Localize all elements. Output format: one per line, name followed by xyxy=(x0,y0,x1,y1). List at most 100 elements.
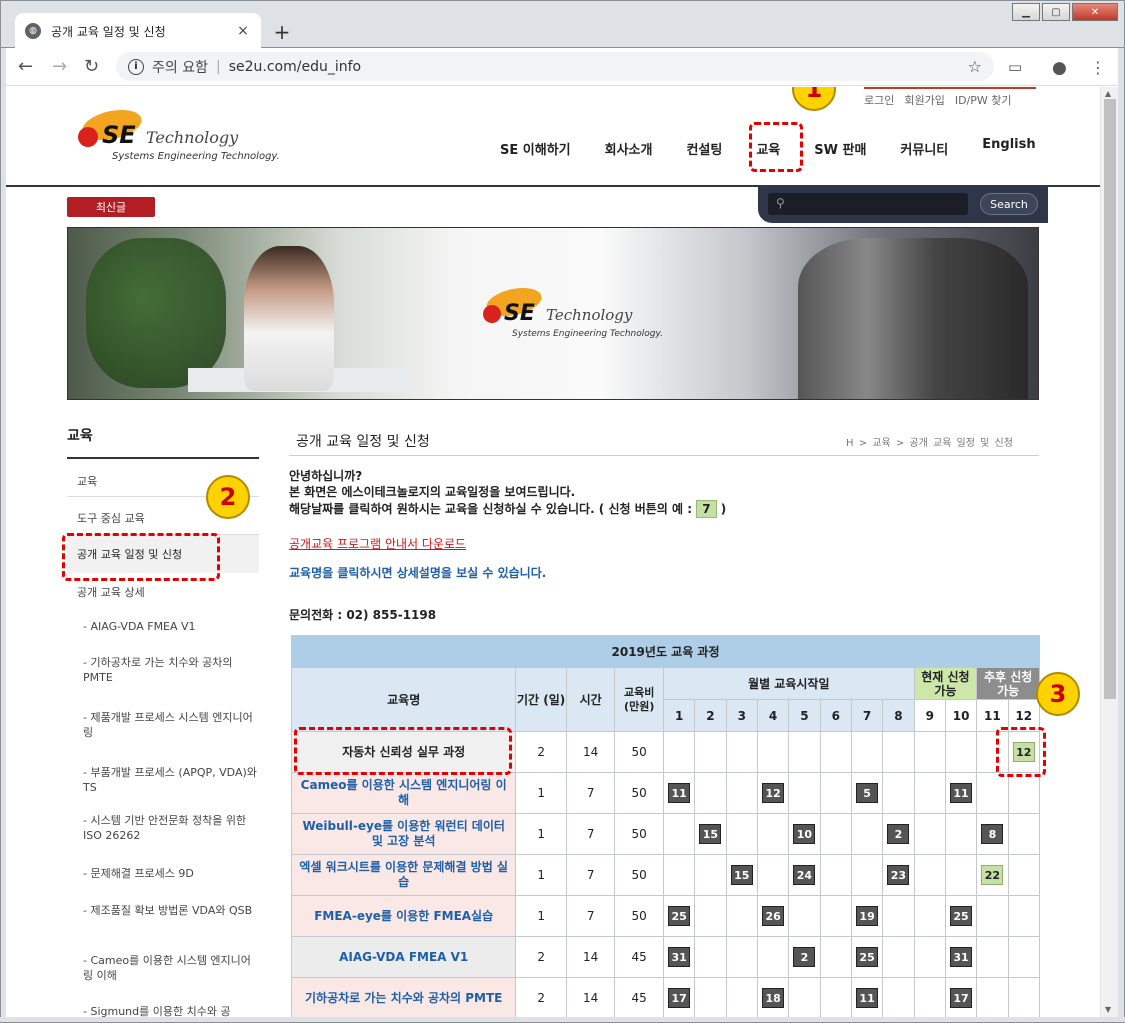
date-apply-button[interactable]: 19 xyxy=(856,906,879,926)
banner-businessmen-image xyxy=(798,238,1028,399)
course-name[interactable]: FMEA-eye를 이용한 FMEA실습 xyxy=(290,895,517,937)
date-apply-button[interactable]: 11 xyxy=(950,783,973,803)
col-header-hours: 시간 xyxy=(565,667,616,732)
date-apply-button[interactable]: 5 xyxy=(856,783,879,803)
find-id-pw-link[interactable]: ID/PW 찾기 xyxy=(955,92,1012,108)
browser-tab[interactable]: ◍ 공개 교육 일정 및 신청 × xyxy=(15,13,261,49)
month-cell xyxy=(788,895,821,937)
month-cell xyxy=(1007,895,1041,937)
close-window-button[interactable]: ✕ xyxy=(1072,3,1118,21)
nav-item-consulting[interactable]: 컨설팅 xyxy=(686,139,722,158)
tab-close-icon[interactable]: × xyxy=(235,23,251,39)
date-apply-button[interactable]: 11 xyxy=(668,783,691,803)
scrollbar-thumb[interactable] xyxy=(1104,99,1116,699)
program-guide-download-link[interactable]: 공개교육 프로그램 안내서 다운로드 xyxy=(289,535,466,552)
course-hours: 7 xyxy=(565,813,616,855)
sidebar-subitem-pmte[interactable]: - 기하공차로 가는 치수와 공차의 PMTE xyxy=(67,655,259,685)
forward-icon[interactable]: → xyxy=(52,56,67,77)
reload-icon[interactable]: ↻ xyxy=(84,56,99,77)
month-cell: 25 xyxy=(944,895,978,937)
date-apply-button[interactable]: 22 xyxy=(981,865,1004,885)
course-hours: 7 xyxy=(565,895,616,937)
course-name[interactable]: 기하공차로 가는 치수와 공차의 PMTE xyxy=(290,977,517,1017)
month-cell xyxy=(976,895,1009,937)
scroll-up-icon[interactable]: ▲ xyxy=(1105,89,1111,98)
cast-icon[interactable]: ▭ xyxy=(1008,58,1022,76)
date-apply-button[interactable]: 24 xyxy=(793,865,816,885)
login-link[interactable]: 로그인 xyxy=(864,92,894,108)
sidebar-subitem-systems-engineering[interactable]: - 제품개발 프로세스 시스템 엔지니어링 xyxy=(67,710,259,740)
date-apply-button[interactable]: 23 xyxy=(887,865,910,885)
nav-item-sw-sales[interactable]: SW 판매 xyxy=(814,139,866,158)
month-cell: 24 xyxy=(788,854,821,896)
date-apply-button[interactable]: 31 xyxy=(668,947,691,967)
date-apply-button[interactable]: 2 xyxy=(887,824,910,844)
date-apply-button[interactable]: 17 xyxy=(668,988,691,1008)
date-apply-button[interactable]: 26 xyxy=(762,906,785,926)
course-name[interactable]: Weibull-eye를 이용한 워런티 데이터 및 고장 분석 xyxy=(290,813,517,855)
sidebar-subitem-iso26262[interactable]: - 시스템 기반 안전문화 정착을 위한 ISO 26262 xyxy=(67,813,259,843)
account-icon[interactable]: ● xyxy=(1052,58,1067,78)
top-links-accent xyxy=(864,87,1036,89)
sidebar-subitem-sigmund[interactable]: - Sigmund를 이용한 치수와 공 xyxy=(67,1004,259,1017)
month-cell xyxy=(725,977,758,1017)
month-cell: 2 xyxy=(788,936,821,978)
page-scrollbar[interactable]: ▲ ▼ xyxy=(1100,87,1118,1017)
nav-item-about-se[interactable]: SE 이해하기 xyxy=(500,139,571,158)
nav-item-company[interactable]: 회사소개 xyxy=(605,139,653,158)
minimize-button[interactable]: ▁ xyxy=(1012,3,1040,21)
month-header-10: 10 xyxy=(944,699,978,732)
menu-kebab-icon[interactable]: ⋮ xyxy=(1090,58,1106,77)
latest-posts-label[interactable]: 최신글 xyxy=(67,197,155,217)
sidebar-subitem-vda-qsb[interactable]: - 제조품질 확보 방법론 VDA와 QSB xyxy=(67,903,259,918)
table-row: Weibull-eye를 이용한 워런티 데이터 및 고장 분석 1 7 50 15 10… xyxy=(290,813,1041,855)
month-cell xyxy=(725,895,758,937)
date-apply-button[interactable]: 25 xyxy=(950,906,973,926)
sidebar-subitem-9d[interactable]: - 문제해결 프로세스 9D xyxy=(67,866,259,881)
latest-posts-ticker[interactable] xyxy=(162,199,422,207)
date-apply-button[interactable]: 11 xyxy=(856,988,879,1008)
nav-item-community[interactable]: 커뮤니티 xyxy=(900,139,948,158)
sidebar-subitem-cameo[interactable]: - Cameo를 이용한 시스템 엔지니어링 이해 xyxy=(67,953,259,983)
month-cell xyxy=(882,772,915,814)
month-cell xyxy=(976,936,1009,978)
month-header-2: 2 xyxy=(694,699,727,732)
date-apply-button[interactable]: 2 xyxy=(793,947,816,967)
date-apply-button[interactable]: 15 xyxy=(730,865,753,885)
address-bar[interactable]: i 주의 요함 | se2u.com/edu_info ☆ xyxy=(116,52,994,81)
date-apply-button[interactable]: 17 xyxy=(950,988,973,1008)
info-icon[interactable]: i xyxy=(128,58,144,75)
course-name[interactable]: AIAG-VDA FMEA V1 xyxy=(290,936,517,978)
maximize-button[interactable]: ▢ xyxy=(1042,3,1070,21)
bookmark-star-icon[interactable]: ☆ xyxy=(968,57,982,76)
signup-link[interactable]: 회원가입 xyxy=(904,92,944,108)
course-name[interactable]: 엑셀 워크시트를 이용한 문제해결 방법 실습 xyxy=(290,854,517,896)
sidebar-subitem-apqp[interactable]: - 부품개발 프로세스 (APQP, VDA)와 TS xyxy=(67,765,259,795)
url-text[interactable]: se2u.com/edu_info xyxy=(229,59,361,75)
date-apply-button[interactable]: 10 xyxy=(793,824,816,844)
month-cell xyxy=(662,854,696,896)
scroll-down-icon[interactable]: ▼ xyxy=(1105,1005,1111,1014)
course-hours: 7 xyxy=(565,772,616,814)
contact-phone: 문의전화 : 02) 855-1198 xyxy=(289,608,437,622)
date-apply-button[interactable]: 25 xyxy=(668,906,691,926)
month-cell xyxy=(694,772,727,814)
month-cell xyxy=(913,772,946,814)
sidebar-item-public-detail[interactable]: 공개 교육 상세 xyxy=(67,585,259,600)
month-cell: 17 xyxy=(944,977,978,1017)
date-apply-button[interactable]: 12 xyxy=(762,783,785,803)
search-button[interactable]: Search xyxy=(980,193,1038,215)
back-icon[interactable]: ← xyxy=(18,56,33,77)
date-apply-button[interactable]: 8 xyxy=(981,824,1004,844)
date-apply-button[interactable]: 18 xyxy=(762,988,785,1008)
date-apply-button[interactable]: 31 xyxy=(950,947,973,967)
date-apply-button[interactable]: 15 xyxy=(699,824,722,844)
month-cell xyxy=(819,977,852,1017)
site-logo[interactable]: SE Technology Systems Engineering Techno… xyxy=(76,101,296,171)
date-apply-button[interactable]: 25 xyxy=(856,947,879,967)
search-input[interactable]: ⚲ xyxy=(768,193,968,215)
nav-item-english[interactable]: English xyxy=(982,137,1035,158)
new-tab-button[interactable]: + xyxy=(269,19,295,45)
sidebar-subitem-aiag-vda[interactable]: - AIAG-VDA FMEA V1 xyxy=(67,619,259,634)
course-name[interactable]: Cameo를 이용한 시스템 엔지니어링 이해 xyxy=(290,772,517,814)
